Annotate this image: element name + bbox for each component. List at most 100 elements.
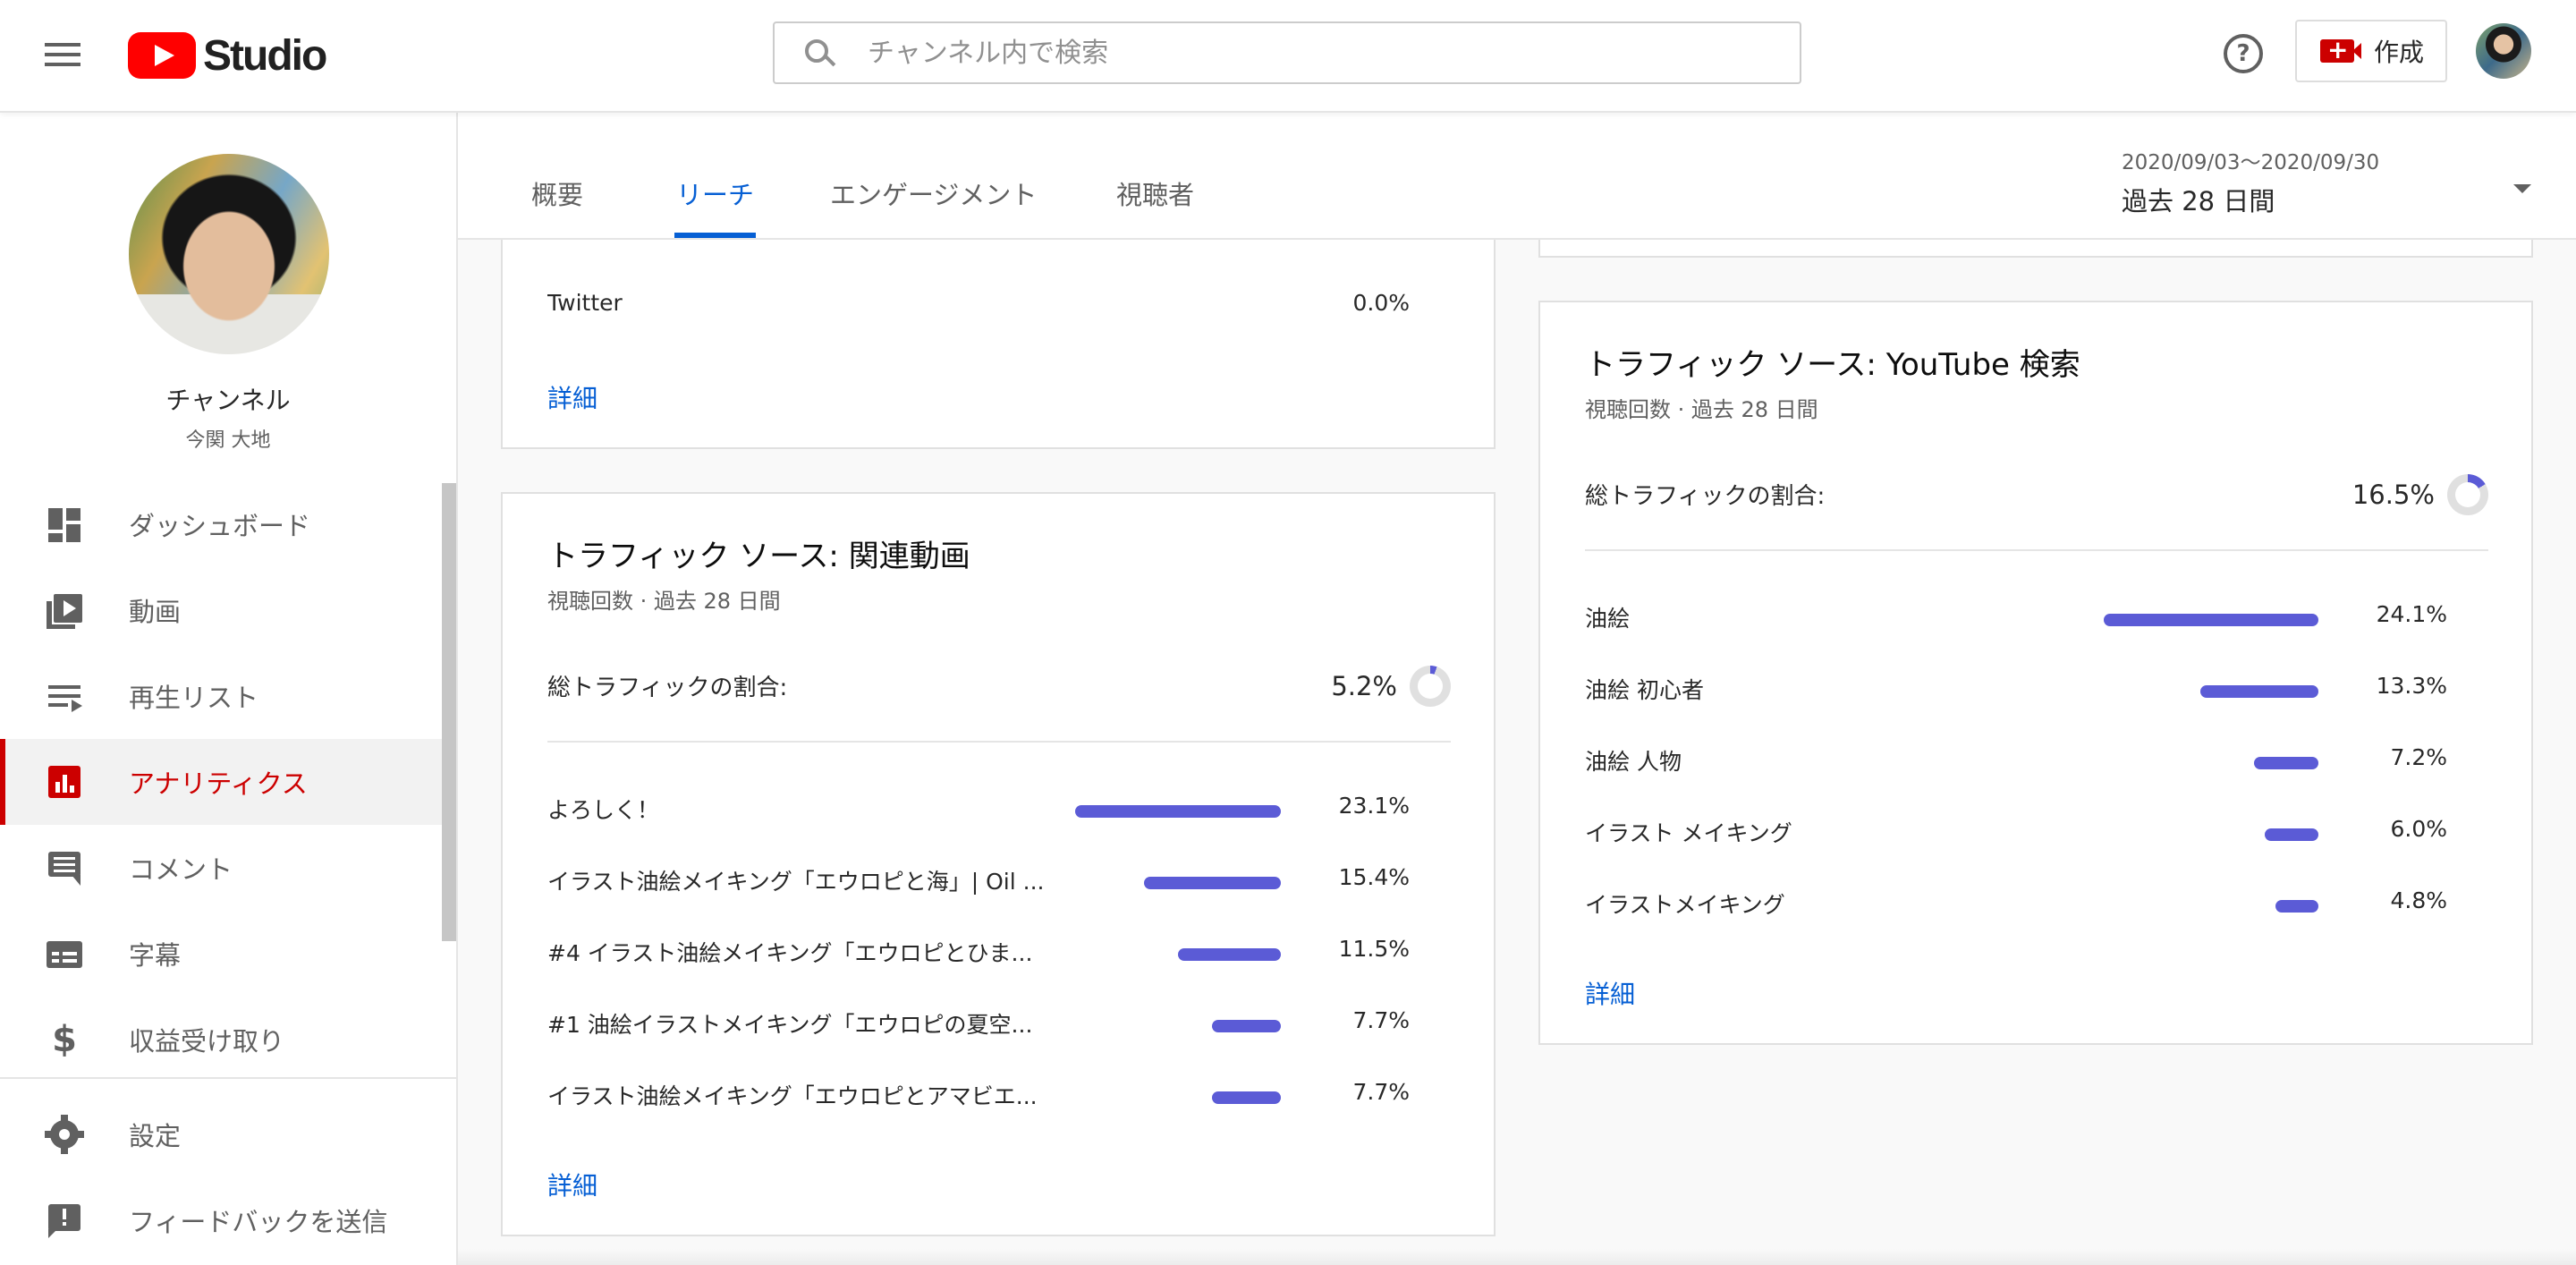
sidebar-scrollbar[interactable] — [442, 483, 456, 941]
traffic-source-row[interactable]: イラスト油絵メイキング「エウロピとアマビエ... 7.7% — [547, 1079, 1451, 1115]
row-label: イラスト油絵メイキング「エウロピと海」| Oil ... — [547, 869, 1045, 895]
sidebar-item-label: 設定 — [129, 1121, 182, 1151]
bottom-shadow — [458, 1249, 2576, 1265]
row-label: #1 油絵イラストメイキング「エウロピの夏空... — [547, 1012, 1033, 1038]
details-link[interactable]: 詳細 — [547, 1167, 597, 1202]
card-title: トラフィック ソース: YouTube 検索 — [1585, 347, 2080, 383]
sidebar: チャンネル 今関 大地 ダッシュボード 動画 再生リスト アナリティクス コメン… — [0, 113, 458, 1265]
create-button[interactable]: 作成 — [2295, 20, 2447, 82]
playlist-icon — [45, 676, 84, 716]
row-bar — [1144, 877, 1281, 889]
total-traffic-label: 総トラフィックの割合: — [1585, 483, 1826, 510]
date-range-label: 過去 28 日間 — [2122, 186, 2275, 216]
video-camera-add-icon — [2320, 35, 2361, 64]
sidebar-item-label: 字幕 — [129, 940, 182, 971]
traffic-source-row[interactable]: よろしく！ 23.1% — [547, 793, 1451, 828]
channel-name: 今関 大地 — [185, 429, 271, 452]
card-subtitle: 視聴回数 · 過去 28 日間 — [1585, 397, 1818, 422]
sidebar-divider — [0, 1077, 456, 1079]
sidebar-item-comments[interactable]: コメント — [0, 825, 444, 911]
card-divider — [1585, 549, 2488, 551]
sidebar-item-label: コメント — [129, 854, 233, 885]
sidebar-item-label: 再生リスト — [129, 683, 259, 713]
row-label: イラスト メイキング — [1585, 820, 1792, 846]
traffic-source-row[interactable]: #4 イラスト油絵メイキング「エウロピとひま... 11.5% — [547, 936, 1451, 972]
tab-audience[interactable]: 視聴者 — [1116, 113, 1194, 238]
gear-icon — [45, 1115, 84, 1154]
dashboard-icon — [45, 505, 84, 544]
row-percent: 0.0% — [1352, 290, 1410, 316]
sidebar-item-label: フィードバックを送信 — [129, 1207, 388, 1237]
row-percent: 23.1% — [1338, 793, 1410, 819]
traffic-card-related-videos: トラフィック ソース: 関連動画 視聴回数 · 過去 28 日間 総トラフィック… — [501, 492, 1496, 1236]
date-range-text: 2020/09/03〜2020/09/30 — [2122, 151, 2380, 174]
help-icon[interactable]: ? — [2224, 34, 2263, 73]
search-input[interactable] — [866, 36, 1764, 70]
sidebar-item-feedback[interactable]: フィードバックを送信 — [0, 1177, 444, 1263]
card-divider — [547, 741, 1451, 743]
row-percent: 4.8% — [2390, 887, 2447, 913]
row-percent: 24.1% — [2376, 601, 2447, 627]
analytics-icon — [45, 762, 84, 802]
sidebar-item-dashboard[interactable]: ダッシュボード — [0, 481, 444, 567]
row-bar — [1075, 805, 1281, 818]
sidebar-item-label: アナリティクス — [129, 768, 308, 799]
row-percent: 11.5% — [1338, 936, 1410, 962]
share-donut-icon — [1410, 666, 1451, 707]
sidebar-item-videos[interactable]: 動画 — [0, 567, 444, 653]
row-label: #4 イラスト油絵メイキング「エウロピとひま... — [547, 940, 1033, 966]
row-bar — [2275, 900, 2318, 913]
row-label: 油絵 人物 — [1585, 749, 1682, 775]
traffic-source-row[interactable]: イラスト油絵メイキング「エウロピと海」| Oil ... 15.4% — [547, 864, 1451, 900]
sidebar-item-monetization[interactable]: $ 収益受け取り — [0, 997, 444, 1082]
tab-engagement[interactable]: エンゲージメント — [830, 113, 1037, 238]
traffic-source-row[interactable]: イラストメイキング 4.8% — [1585, 887, 2488, 923]
row-percent: 7.7% — [1352, 1007, 1410, 1033]
sidebar-item-label: 収益受け取り — [129, 1026, 285, 1057]
row-bar — [2254, 757, 2318, 769]
studio-logo[interactable]: Studio — [128, 30, 327, 81]
menu-icon[interactable] — [45, 39, 80, 70]
channel-avatar[interactable] — [129, 154, 329, 354]
search-icon[interactable] — [805, 39, 832, 66]
sidebar-item-playlists[interactable]: 再生リスト — [0, 653, 444, 739]
traffic-source-row[interactable]: 油絵 人物 7.2% — [1585, 744, 2488, 780]
traffic-source-row[interactable]: イラスト メイキング 6.0% — [1585, 816, 2488, 852]
row-label: 油絵 初心者 — [1585, 677, 1704, 703]
create-label: 作成 — [2374, 38, 2425, 67]
row-percent: 7.7% — [1352, 1079, 1410, 1105]
row-bar — [1212, 1020, 1281, 1032]
card-title: トラフィック ソース: 関連動画 — [547, 539, 970, 574]
traffic-source-row[interactable]: #1 油絵イラストメイキング「エウロピの夏空... 7.7% — [547, 1007, 1451, 1043]
traffic-source-row[interactable]: 油絵 24.1% — [1585, 601, 2488, 637]
sidebar-item-label: ダッシュボード — [129, 511, 311, 541]
sidebar-item-label: 動画 — [129, 597, 182, 627]
row-percent: 6.0% — [2390, 816, 2447, 842]
account-avatar[interactable] — [2476, 23, 2531, 79]
details-link[interactable]: 詳細 — [547, 379, 597, 415]
tab-overview[interactable]: 概要 — [531, 113, 583, 238]
sidebar-item-settings[interactable]: 設定 — [0, 1091, 444, 1177]
date-range-selector[interactable]: 2020/09/03〜2020/09/30 過去 28 日間 — [2122, 131, 2542, 220]
sidebar-item-subtitles[interactable]: 字幕 — [0, 911, 444, 997]
row-bar — [2265, 828, 2318, 841]
row-label: よろしく！ — [547, 797, 660, 823]
tab-reach[interactable]: リーチ — [674, 113, 757, 238]
row-label: 油絵 — [1585, 606, 1631, 632]
details-link[interactable]: 詳細 — [1585, 975, 1635, 1011]
feedback-icon — [45, 1201, 84, 1240]
row-label: イラストメイキング — [1585, 892, 1785, 918]
total-traffic-value: 5.2% — [1331, 671, 1397, 701]
total-traffic-label: 総トラフィックの割合: — [547, 675, 788, 701]
traffic-card-youtube-search: トラフィック ソース: YouTube 検索 視聴回数 · 過去 28 日間 総… — [1538, 301, 2533, 1045]
row-bar — [2104, 614, 2318, 626]
youtube-play-icon — [128, 32, 196, 79]
channel-title: チャンネル — [165, 386, 291, 415]
traffic-source-row[interactable]: 油絵 初心者 13.3% — [1585, 673, 2488, 709]
row-label: Twitter — [547, 290, 623, 316]
sidebar-item-analytics[interactable]: アナリティクス — [0, 739, 444, 825]
subtitles-icon — [45, 934, 84, 973]
row-bar — [1212, 1091, 1281, 1104]
search-box[interactable] — [773, 21, 1801, 84]
video-icon — [45, 590, 84, 630]
